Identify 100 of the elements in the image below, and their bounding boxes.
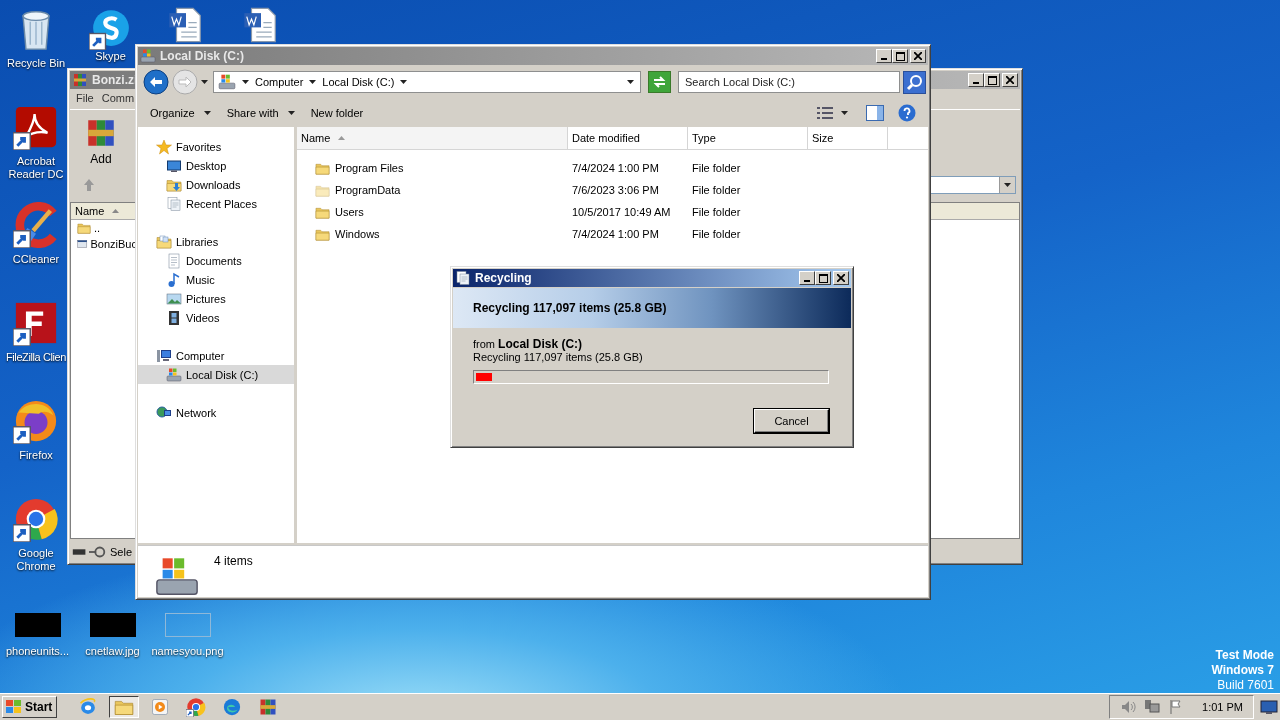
date-cell: 7/4/2024 1:00 PM: [572, 162, 659, 174]
window-title: Recycling: [475, 271, 532, 285]
file-icon: [77, 237, 88, 251]
pdf-icon: [13, 104, 59, 150]
maximize-icon: [895, 51, 905, 61]
maximize-icon: [818, 273, 828, 283]
type-cell: File folder: [692, 206, 741, 218]
nav-item[interactable]: Libraries: [138, 232, 294, 251]
icon-label: namesyou.png: [151, 645, 224, 657]
file-name[interactable]: Users: [335, 206, 364, 218]
dropdown-caret-icon: [627, 80, 634, 84]
nav-item[interactable]: Favorites: [138, 137, 294, 156]
taskbar-app-button[interactable]: [109, 696, 140, 718]
star-icon: [156, 138, 172, 155]
item-count: 4 items: [214, 554, 253, 570]
file-name[interactable]: Windows: [335, 228, 380, 240]
minimize-button[interactable]: [799, 271, 815, 285]
history-caret-icon: [201, 80, 208, 84]
browser-icon: [222, 697, 243, 717]
image-icon: [166, 290, 182, 307]
status-text: Sele: [110, 546, 133, 558]
source-text: from Local Disk (C:): [473, 338, 584, 351]
icon-label: Firefox: [19, 449, 53, 462]
play-icon: [150, 697, 171, 717]
path-dropdown[interactable]: [930, 176, 1016, 194]
caret-icon: [203, 111, 211, 115]
icon-label: cnetlaw.jpg: [85, 645, 140, 657]
help-icon[interactable]: [898, 104, 916, 122]
folder-icon: [77, 221, 91, 235]
icon-label: phoneunits...: [6, 645, 69, 657]
nav-item[interactable]: Pictures: [138, 289, 294, 308]
start-button[interactable]: Start: [2, 696, 58, 718]
document-stack-icon: [455, 270, 471, 286]
toolbar-button[interactable]: New folder: [304, 103, 370, 123]
date-cell: 7/4/2024 1:00 PM: [572, 228, 659, 240]
refresh-button[interactable]: [648, 71, 671, 93]
back-button[interactable]: [143, 69, 169, 95]
nav-item[interactable]: Desktop: [138, 156, 294, 175]
maximize-button[interactable]: [815, 271, 831, 285]
os-notice-text: Test Mode: [1215, 648, 1274, 663]
close-icon: [914, 52, 922, 60]
archive-icon: [72, 72, 88, 88]
nav-item[interactable]: Music: [138, 270, 294, 289]
browser-icon: [13, 398, 59, 444]
file-name[interactable]: ProgramData: [335, 184, 401, 196]
icon-label: Google Chrome: [15, 547, 57, 573]
nav-item[interactable]: Recent Places: [138, 194, 294, 213]
sort-arrow-icon: [112, 209, 120, 213]
breadcrumb-item[interactable]: Local Disk (C:): [322, 76, 395, 88]
nav-item[interactable]: Computer: [138, 346, 294, 365]
menu-item[interactable]: Comm: [101, 92, 135, 106]
app-icon: [13, 300, 59, 346]
show-desktop-icon[interactable]: [1260, 699, 1278, 715]
list-view-icon: [817, 107, 833, 119]
file-name[interactable]: BonziBuc: [90, 238, 137, 250]
clock[interactable]: 1:01 PM: [1202, 701, 1243, 713]
icon-label: CCleaner: [12, 253, 60, 266]
sort-arrow-icon: [338, 136, 346, 140]
toolbar-button[interactable]: Organize: [144, 103, 217, 123]
address-bar[interactable]: Computer Local Disk (C:): [213, 71, 641, 93]
menu-item[interactable]: File: [76, 92, 94, 106]
nav-item[interactable]: Documents: [138, 251, 294, 270]
browser-icon: [186, 697, 207, 717]
film-strip-icon: [166, 309, 182, 326]
nav-item[interactable]: Network: [138, 403, 294, 422]
image-thumbnail: [164, 613, 211, 637]
type-cell: File folder: [692, 184, 741, 196]
caret-icon: [400, 80, 408, 84]
os-notice-text: Build 7601: [1217, 678, 1274, 693]
icon-label: FileZilla Clien: [6, 351, 66, 364]
maximize-icon: [987, 75, 997, 85]
drive-key-icon: [71, 545, 107, 559]
nav-item[interactable]: Downloads: [138, 175, 294, 194]
file-name[interactable]: ..: [94, 222, 101, 234]
caret-icon: [242, 80, 249, 84]
icon-label: Acrobat Reader DC: [7, 155, 65, 181]
search-field[interactable]: Search Local Disk (C:): [678, 71, 900, 93]
icon-label: Skype: [95, 50, 126, 62]
nav-item[interactable]: Local Disk (C:): [138, 365, 294, 384]
column-header[interactable]: Name: [297, 127, 568, 149]
breadcrumb-item[interactable]: Computer: [255, 76, 304, 88]
nav-item[interactable]: Videos: [138, 308, 294, 327]
close-button[interactable]: [833, 271, 849, 285]
network-icon: [156, 404, 172, 421]
computer-icon: [156, 347, 172, 364]
view-caret-icon: [841, 111, 848, 115]
dialog-heading: Recycling 117,097 items (25.8 GB): [473, 301, 667, 315]
preview-pane-icon[interactable]: [866, 105, 884, 121]
close-icon: [837, 274, 845, 282]
search-icon[interactable]: [903, 70, 926, 94]
network-icon[interactable]: [1144, 699, 1161, 715]
music-note-icon: [166, 271, 182, 288]
caret-icon: [1004, 183, 1011, 187]
image-thumbnail: [14, 613, 61, 637]
file-name[interactable]: Program Files: [335, 162, 404, 174]
type-cell: File folder: [692, 228, 741, 240]
flag-logo-icon: [5, 699, 23, 715]
cancel-button[interactable]: Cancel: [754, 409, 829, 433]
toolbar-button[interactable]: Share with: [220, 103, 301, 123]
add-button[interactable]: Add: [84, 116, 118, 166]
